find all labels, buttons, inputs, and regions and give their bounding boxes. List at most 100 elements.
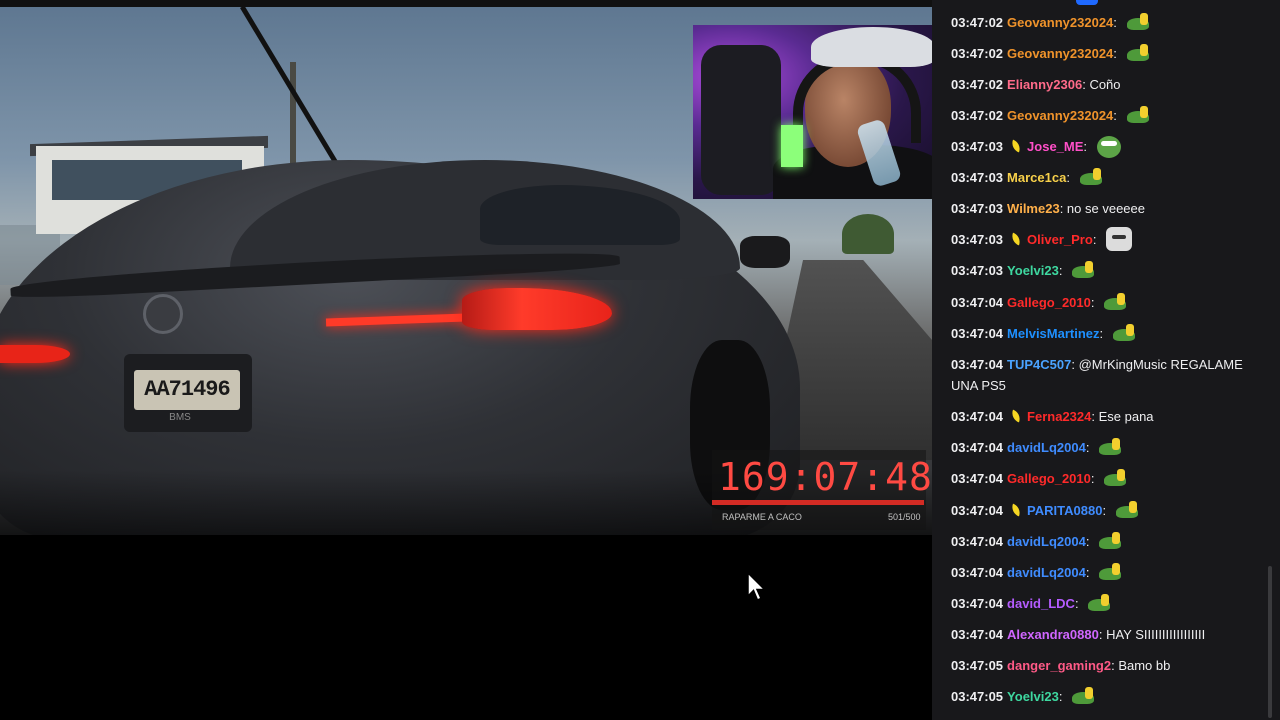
chat-message: 03:47:03 Marce1ca: — [951, 167, 1251, 188]
chat-message: 03:47:02 Elianny2306: Coño — [951, 74, 1251, 95]
frog-emote-icon — [1070, 260, 1098, 280]
chat-timestamp: 03:47:04 — [951, 357, 1004, 372]
chat-message-text: HAY SIIIIIIIIIIIIIIIII — [1106, 627, 1206, 642]
chat-separator: : — [1074, 596, 1083, 611]
chat-username[interactable]: davidLq2004 — [1007, 534, 1086, 549]
chat-message: 03:47:04 davidLq2004: — [951, 437, 1251, 458]
chat-message: 03:47:03 Wilme23: no se veeeee — [951, 198, 1251, 219]
chat-separator: : — [1099, 326, 1107, 341]
chat-username[interactable]: TUP4C507 — [1007, 357, 1071, 372]
chat-message: 03:47:04 Alexandra0880: HAY SIIIIIIIIIIII… — [951, 624, 1251, 645]
frog-emote-icon — [1125, 12, 1153, 32]
chat-timestamp: 03:47:04 — [951, 440, 1004, 455]
chat-username[interactable]: Alexandra0880 — [1007, 627, 1099, 642]
chat-username[interactable]: Oliver_Pro — [1027, 232, 1093, 247]
pepe-emote-icon — [1095, 136, 1123, 158]
chat-top-indicator — [1076, 0, 1098, 5]
chat-timestamp: 03:47:04 — [951, 471, 1004, 486]
chat-message: 03:47:04 davidLq2004: — [951, 531, 1251, 552]
chat-username[interactable]: Jose_ME — [1027, 139, 1083, 154]
subathon-timer-progress — [712, 500, 924, 505]
frog-emote-icon — [1114, 500, 1142, 520]
chat-timestamp: 03:47:04 — [951, 503, 1004, 518]
taillight-left — [0, 345, 70, 363]
banana-badge-icon[interactable] — [1009, 139, 1023, 153]
chat-timestamp: 03:47:02 — [951, 77, 1004, 92]
webcam-cap — [811, 27, 935, 67]
chat-message: 03:47:03 Yoelvi23: — [951, 260, 1251, 281]
license-plate: AA71496 — [134, 370, 240, 410]
chat-message: 03:47:03 Jose_ME: — [951, 136, 1251, 158]
chat-message-text: Ese pana — [1098, 409, 1154, 424]
chat-username[interactable]: Marce1ca — [1007, 170, 1066, 185]
banana-badge-icon[interactable] — [1009, 409, 1023, 423]
frog-emote-icon — [1125, 105, 1153, 125]
chat-separator: : — [1102, 503, 1110, 518]
chat-message: 03:47:05 danger_gaming2: Bamo bb — [951, 655, 1251, 676]
frog-emote-icon — [1078, 167, 1106, 187]
chat-separator: : — [1090, 471, 1099, 486]
chat-username[interactable]: Yoelvi23 — [1007, 263, 1059, 278]
license-plate-model: BMS — [169, 412, 191, 423]
chat-username[interactable]: Gallego_2010 — [1007, 471, 1091, 486]
frog-emote-icon — [1070, 686, 1098, 706]
chat-separator: : — [1113, 15, 1121, 30]
chat-timestamp: 03:47:03 — [951, 263, 1004, 278]
chat-username[interactable]: Ferna2324 — [1027, 409, 1091, 424]
chat-message: 03:47:04 david_LDC: — [951, 593, 1251, 614]
chat-separator: : — [1066, 170, 1074, 185]
chat-timestamp: 03:47:04 — [951, 295, 1004, 310]
chat-message: 03:47:02 Geovanny232024: — [951, 43, 1251, 64]
chat-username[interactable]: davidLq2004 — [1007, 565, 1086, 580]
banana-badge-icon[interactable] — [1009, 232, 1023, 246]
chat-message: 03:47:04 TUP4C507: @MrKingMusic REGALAME … — [951, 354, 1251, 396]
chat-separator: : — [1113, 108, 1121, 123]
chat-username[interactable]: davidLq2004 — [1007, 440, 1086, 455]
chat-username[interactable]: Gallego_2010 — [1007, 295, 1091, 310]
frog-emote-icon — [1111, 323, 1139, 343]
chat-username[interactable]: Geovanny232024 — [1007, 46, 1113, 61]
chat-username[interactable]: danger_gaming2 — [1007, 658, 1111, 673]
chat-message: 03:47:02 Geovanny232024: — [951, 12, 1251, 33]
frog-emote-icon — [1097, 531, 1125, 551]
subathon-timer-count: 501/500 — [888, 512, 921, 522]
chat-separator: : — [1071, 357, 1079, 372]
chat-separator: : — [1098, 627, 1107, 642]
chat-username[interactable]: Geovanny232024 — [1007, 108, 1113, 123]
chat-separator: : — [1085, 534, 1094, 549]
chat-username[interactable]: MelvisMartinez — [1007, 326, 1099, 341]
chat-timestamp: 03:47:03 — [951, 232, 1004, 247]
streamer-webcam — [693, 25, 938, 199]
chat-timestamp: 03:47:03 — [951, 139, 1004, 154]
chat-timestamp: 03:47:02 — [951, 108, 1004, 123]
frog-emote-icon — [1125, 43, 1153, 63]
chat-separator: : — [1058, 263, 1067, 278]
chat-username[interactable]: Wilme23 — [1007, 201, 1060, 216]
frog-emote-icon — [1086, 593, 1114, 613]
chat-timestamp: 03:47:02 — [951, 15, 1004, 30]
chat-username[interactable]: Elianny2306 — [1007, 77, 1082, 92]
mouse-cursor-icon — [747, 572, 767, 601]
chat-username[interactable]: PARITA0880 — [1027, 503, 1102, 518]
chat-separator: : — [1113, 46, 1121, 61]
chat-separator: : — [1085, 565, 1094, 580]
chat-timestamp: 03:47:04 — [951, 596, 1004, 611]
chat-message: 03:47:04 davidLq2004: — [951, 562, 1251, 583]
chat-timestamp: 03:47:04 — [951, 627, 1004, 642]
frog-emote-icon — [1102, 468, 1130, 488]
banana-badge-icon[interactable] — [1009, 503, 1023, 517]
chat-separator: : — [1091, 409, 1099, 424]
chat-message: 03:47:04 MelvisMartinez: — [951, 323, 1251, 344]
chat-message: 03:47:02 Geovanny232024: — [951, 105, 1251, 126]
chat-scrollbar[interactable] — [1268, 566, 1272, 718]
chat-timestamp: 03:47:04 — [951, 534, 1004, 549]
car-side-mirror — [740, 236, 790, 268]
chat-timestamp: 03:47:04 — [951, 409, 1004, 424]
chat-username[interactable]: Yoelvi23 — [1007, 689, 1059, 704]
trees — [842, 214, 894, 254]
chat-timestamp: 03:47:05 — [951, 689, 1004, 704]
frog-emote-icon — [1102, 292, 1130, 312]
chat-username[interactable]: david_LDC — [1007, 596, 1075, 611]
chat-username[interactable]: Geovanny232024 — [1007, 15, 1113, 30]
subathon-timer-value: 169:07:48 — [718, 455, 933, 499]
